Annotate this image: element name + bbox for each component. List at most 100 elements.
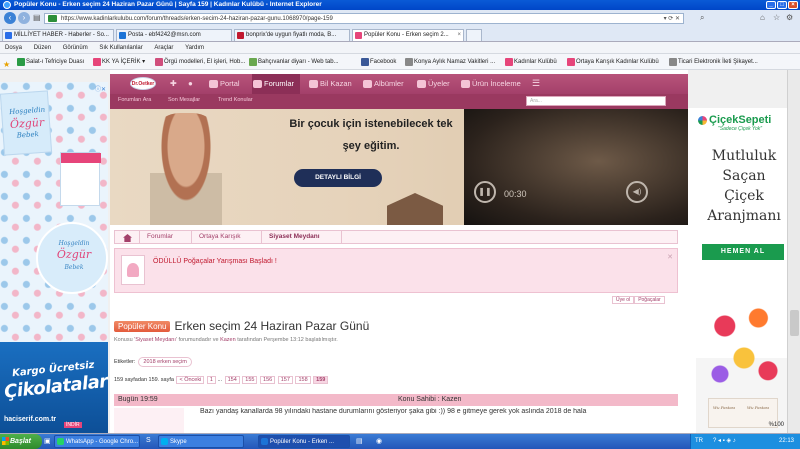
chrome-icon[interactable]: ◉ <box>376 437 382 445</box>
volume-icon[interactable]: ◀) <box>626 181 648 203</box>
nav-forumlar[interactable]: Forumlar <box>252 74 301 94</box>
ciceksepeti-logo: ÇiçekSepeti <box>698 114 771 126</box>
nav-bil-kazan[interactable]: Bil Kazan <box>308 74 352 94</box>
back-button[interactable]: ‹ <box>4 12 16 24</box>
fav-bahcivanlar[interactable]: Bahçıvanlar diyarı - Web tab... <box>248 54 339 70</box>
baby-card-image: Hoşgeldin Özgür Bebek <box>0 90 53 156</box>
url-field[interactable]: https://www.kadinlarkulubu.com/forum/thr… <box>44 13 684 24</box>
menu-yardim[interactable]: Yardım <box>185 45 204 51</box>
scrollbar-thumb[interactable] <box>790 310 799 336</box>
hemen-al-button[interactable]: HEMEN AL <box>702 244 784 260</box>
pastry-icon <box>121 255 145 285</box>
close-button[interactable]: × <box>788 1 798 9</box>
video-player[interactable]: ❚❚ 00:30 ◀) <box>464 109 688 225</box>
menu-sik-kullanilanlar[interactable]: Sık Kullanılanlar <box>99 45 142 51</box>
fav-facebook[interactable]: Facebook <box>360 54 396 70</box>
menu-duzen[interactable]: Düzen <box>34 45 51 51</box>
search-icon[interactable]: ⌕ <box>700 13 704 23</box>
right-advertisement[interactable]: ⓘ✕ ÇiçekSepeti "Sadece Çiçek Yok" Mutlul… <box>688 108 800 433</box>
tab-populer-konu[interactable]: Popüler Konu - Erken seçim 2... × <box>352 29 464 41</box>
home-icon[interactable] <box>123 234 132 242</box>
link-son-mesajlar[interactable]: Son Mesajlar <box>168 97 200 103</box>
site-search-input[interactable]: Ara... <box>526 96 666 106</box>
task-ie[interactable]: Popüler Konu - Erken ... <box>258 435 350 448</box>
left-advertisement[interactable]: Hoşgeldin Özgür Bebek Hoşgeldin Özgür Be… <box>0 82 108 433</box>
link-forumlari-ara[interactable]: Forumları Ara <box>118 97 151 103</box>
page-link[interactable]: 154 <box>224 376 240 384</box>
gear-icon[interactable]: ⚙ <box>786 13 793 22</box>
page-count: 159 sayfadan 159. sayfa <box>114 377 174 383</box>
fav-kadinlar-kulubu[interactable]: Kadınlar Kulübü <box>504 54 557 70</box>
bookmark-icon <box>93 58 101 66</box>
ad-headline: Mutluluk Saçan Çiçek Aranjmanı <box>692 146 796 226</box>
link-trend-konular[interactable]: Trend Konular <box>218 97 253 103</box>
close-tab-icon[interactable]: × <box>457 30 461 41</box>
prev-page-button[interactable]: < Önceki <box>176 376 205 384</box>
forward-button[interactable]: › <box>18 12 30 24</box>
skype-small-icon[interactable]: S <box>146 437 151 444</box>
pogacalar-link[interactable]: Poğaçalar <box>634 296 665 304</box>
page-link[interactable]: 158 <box>295 376 311 384</box>
nav-portal[interactable]: Portal <box>208 74 240 94</box>
language-indicator[interactable]: TR <box>695 434 703 449</box>
clock[interactable]: 22:13 <box>779 434 794 449</box>
home-icon[interactable]: ⌂ <box>760 13 765 22</box>
start-button[interactable]: Başlat <box>0 434 42 449</box>
tag-link[interactable]: 2018 erken seçim <box>138 357 192 367</box>
nav-albumler[interactable]: Albümler <box>362 74 404 94</box>
tray-icons[interactable]: ? ◂ ▪ ◈ ♪ <box>713 434 736 449</box>
folder-icon[interactable]: ▤ <box>356 437 363 445</box>
breadcrumb-siyaset-meydani[interactable]: Siyaset Meydanı <box>269 233 320 240</box>
nav-label: Portal <box>220 79 240 88</box>
maximize-button[interactable]: □ <box>777 1 787 9</box>
page-link[interactable]: 155 <box>242 376 258 384</box>
task-skype[interactable]: Skype <box>158 435 244 448</box>
menu-araclar[interactable]: Araçlar <box>154 45 173 51</box>
location-icon[interactable]: ● <box>188 79 193 88</box>
new-tab-button[interactable] <box>466 29 482 41</box>
task-whatsapp[interactable]: WhatsApp - Google Chro... <box>54 435 140 448</box>
tab-posta[interactable]: Posta - ebf4242@msn.com <box>116 29 232 41</box>
fav-salat[interactable]: Salat-ı Tefriciye Duası <box>16 54 84 70</box>
fav-namaz[interactable]: Konya Aylık Namaz Vakitleri ... <box>404 54 495 70</box>
tab-bonprix[interactable]: bonprix'de uygun fiyatlı moda, B... <box>234 29 350 41</box>
post-avatar-area <box>114 408 184 433</box>
menu-gorunum[interactable]: Görünüm <box>63 45 88 51</box>
ad-site: haciserif.com.tr <box>4 416 57 423</box>
detayli-bilgi-button[interactable]: DETAYLI BİLGİ <box>294 169 382 187</box>
menu-dosya[interactable]: Dosya <box>5 45 22 51</box>
notice-link[interactable]: ÖDÜLLÜ Poğaçalar Yarışması Başladı ! <box>153 258 277 265</box>
nav-uyeler[interactable]: Üyeler <box>416 74 450 94</box>
video-advertisement[interactable]: Bir çocuk için istenebilecek tek şey eği… <box>110 109 688 225</box>
favorites-star-icon[interactable]: ☆ <box>773 13 780 22</box>
zoom-level[interactable]: %100 <box>769 422 784 428</box>
fav-ortaya-karisik[interactable]: Ortaya Karışık Kadınlar Kulübü <box>566 54 659 70</box>
ad-choices-icon[interactable]: ⓘ✕ <box>95 84 106 93</box>
author-link[interactable]: Kazen <box>220 337 236 343</box>
fav-kk-icerik[interactable]: KK YA İÇERİK ▾ <box>92 54 145 70</box>
nav-label: Ürün İnceleme <box>472 79 521 88</box>
hamburger-menu-icon[interactable]: ☰ <box>532 78 540 89</box>
close-notice-icon[interactable]: ✕ <box>667 253 673 261</box>
fav-label: Ortaya Karışık Kadınlar Kulübü <box>576 59 659 65</box>
dr-oetker-logo[interactable]: Dr.Oetker <box>130 77 156 90</box>
page-link[interactable]: 157 <box>277 376 293 384</box>
tab-milliyet[interactable]: MİLLİYET HABER - Haberler - So... <box>2 29 114 41</box>
plus-icon[interactable]: ✚ <box>170 79 177 88</box>
favorites-bar: ★ Salat-ı Tefriciye Duası KK YA İÇERİK ▾… <box>0 54 800 70</box>
page-1-link[interactable]: 1 <box>206 376 216 384</box>
fav-ticari[interactable]: Ticari Elektronik İleti Şikayet... <box>668 54 758 70</box>
minimize-button[interactable]: _ <box>766 1 776 9</box>
quick-launch-icon[interactable]: ▣ <box>44 437 51 445</box>
current-page[interactable]: 159 <box>313 376 329 384</box>
breadcrumb-forumlar[interactable]: Forumlar <box>147 233 173 240</box>
fav-orgu[interactable]: Örgü modelleri, El işleri, Hob... <box>154 54 245 70</box>
forum-link[interactable]: Siyaset Meydanı <box>135 337 176 343</box>
refresh-icon[interactable]: ▾ ⟳ ✕ <box>664 14 680 24</box>
pause-icon[interactable]: ❚❚ <box>474 181 496 203</box>
breadcrumb-ortaya-karisik[interactable]: Ortaya Karışık <box>199 233 241 240</box>
register-link[interactable]: Üye ol <box>612 296 635 304</box>
vertical-scrollbar[interactable] <box>787 70 800 433</box>
page-link[interactable]: 156 <box>260 376 276 384</box>
nav-urun-inceleme[interactable]: Ürün İnceleme <box>460 74 521 94</box>
